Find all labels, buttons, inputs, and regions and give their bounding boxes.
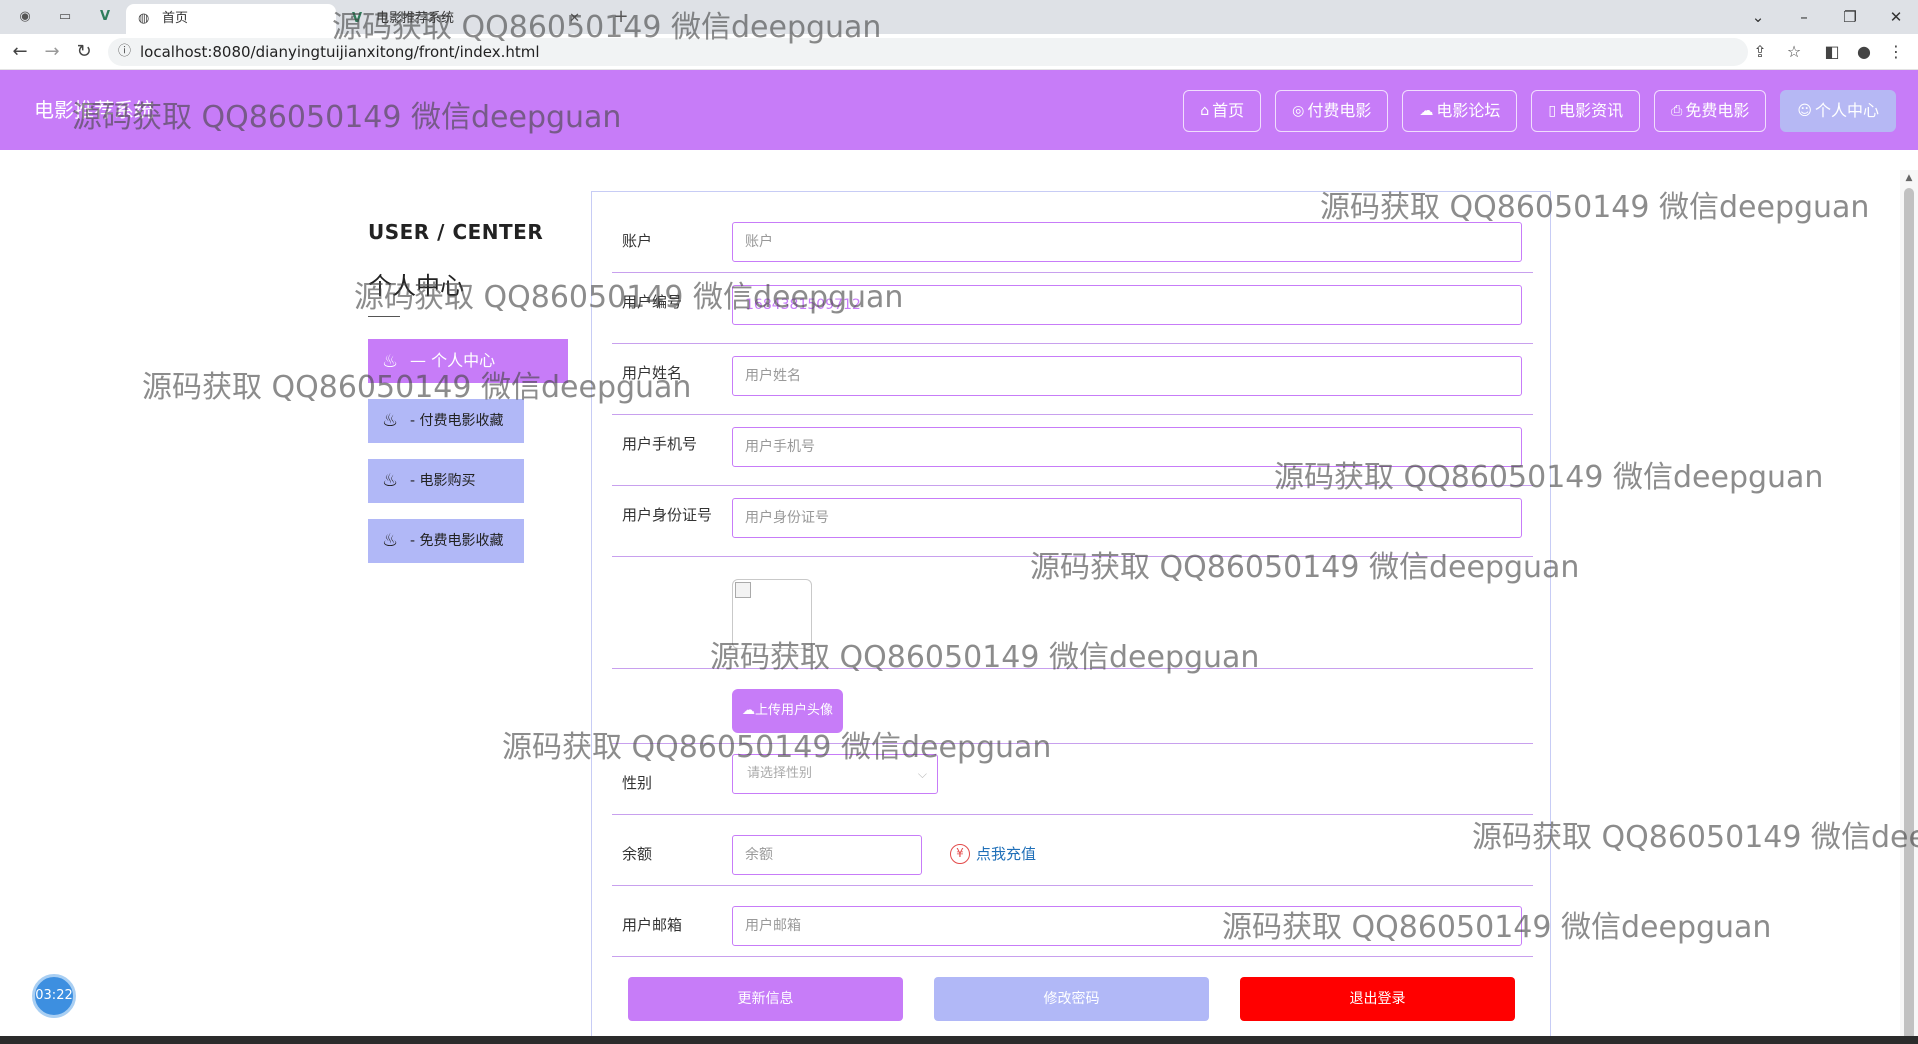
nav-news[interactable]: ▯ 电影资讯 [1531, 90, 1641, 132]
user-center-title: USER / CENTER [368, 220, 544, 244]
nav-paid-movies[interactable]: ◎ 付费电影 [1275, 90, 1389, 132]
vue-tab-icon[interactable]: V [96, 8, 114, 26]
row-phone: 用户手机号 [612, 415, 1533, 486]
gender-label: 性别 [622, 774, 653, 792]
share-icon[interactable]: ⇪ [1748, 40, 1772, 64]
cloud-upload-icon: ☁ [742, 703, 755, 718]
sidebar-item-purchases[interactable]: ♨ - 电影购买 [368, 459, 524, 503]
coin-icon: ◎ [1292, 103, 1305, 119]
account-label: 账户 [622, 232, 653, 250]
email-input[interactable] [732, 906, 1522, 946]
page-scrollbar[interactable]: ▲ [1900, 170, 1918, 1044]
taskbar-strip [0, 1036, 1918, 1044]
side-panel-icon[interactable]: ◧ [1820, 40, 1844, 64]
close-tab-icon[interactable]: ✕ [569, 4, 580, 34]
forward-icon[interactable]: → [40, 40, 64, 64]
logout-button[interactable]: 退出登录 [1240, 977, 1515, 1021]
home-icon: ⌂ [1200, 103, 1210, 119]
tab-movie-system[interactable]: V 电影推荐系统 ✕ [340, 4, 592, 34]
minimize-icon[interactable]: – [1784, 4, 1824, 30]
email-label: 用户邮箱 [622, 916, 683, 934]
tab-home[interactable]: ◍ 首页 [126, 4, 336, 34]
user-center-subtitle: 个人中心 [368, 272, 464, 300]
url-field[interactable]: ⓘ localhost:8080/dianyingtuijianxitong/f… [108, 38, 1748, 66]
user-icon: ☺ [1797, 103, 1812, 119]
row-user-no: 用户编号 [612, 273, 1533, 344]
row-user-name: 用户姓名 [612, 344, 1533, 415]
tab-search-icon[interactable]: ⌄ [1738, 4, 1778, 30]
yen-icon: ¥ [950, 843, 970, 864]
browser-profile-icon[interactable]: ◉ [16, 8, 34, 26]
reload-icon[interactable]: ↻ [72, 40, 96, 64]
row-avatar-upload: ☁上传用户头像 [612, 669, 1533, 744]
avatar-preview [732, 579, 812, 649]
browser-address-bar: ← → ↻ ⓘ localhost:8080/dianyingtuijianxi… [0, 34, 1918, 70]
profile-form-panel: 账户 用户编号 用户姓名 用户手机号 用户身份证号 ☁上传用户头像 性别 请选择… [591, 191, 1551, 1044]
nav-forum[interactable]: ☁ 电影论坛 [1402, 90, 1518, 132]
main-nav: ⌂ 首页 ◎ 付费电影 ☁ 电影论坛 ▯ 电影资讯 ⎙ 免费电影 ☺ 个人中心 [1183, 90, 1896, 132]
close-window-icon[interactable]: ✕ [1876, 4, 1916, 30]
print-icon: ⎙ [1671, 103, 1683, 119]
blank-tab-icon[interactable]: ▭ [56, 8, 74, 26]
more-menu-icon[interactable]: ⋮ [1884, 40, 1908, 64]
sidebar-item-user-center[interactable]: ♨ — 个人中心 [368, 339, 568, 383]
new-tab-button[interactable]: + [612, 8, 630, 26]
scrollbar-thumb[interactable] [1904, 188, 1914, 1044]
row-email: 用户邮箱 [612, 886, 1533, 957]
broken-image-icon [735, 582, 751, 598]
update-info-button[interactable]: 更新信息 [628, 977, 903, 1021]
browser-tab-bar: ◉ ▭ V ◍ 首页 V 电影推荐系统 ✕ + ⌄ – ❐ ✕ [0, 0, 1918, 34]
document-icon: ▯ [1548, 103, 1557, 119]
change-password-button[interactable]: 修改密码 [934, 977, 1209, 1021]
row-account: 账户 [612, 192, 1533, 273]
info-icon: ⓘ [118, 44, 132, 59]
site-header: 电影推荐系统 ⌂ 首页 ◎ 付费电影 ☁ 电影论坛 ▯ 电影资讯 ⎙ 免费电影 … [0, 70, 1918, 150]
back-icon[interactable]: ← [8, 40, 32, 64]
nav-free-movies[interactable]: ⎙ 免费电影 [1654, 90, 1767, 132]
cloud-icon: ☁ [1419, 103, 1434, 119]
phone-input[interactable] [732, 427, 1522, 467]
user-no-input[interactable] [732, 285, 1522, 325]
user-name-input[interactable] [732, 356, 1522, 396]
flame-icon: ♨ [382, 530, 399, 551]
bookmark-star-icon[interactable]: ☆ [1782, 40, 1806, 64]
balance-label: 余额 [622, 845, 653, 863]
id-card-input[interactable] [732, 498, 1522, 538]
restore-icon[interactable]: ❐ [1830, 4, 1870, 30]
recording-timer: 03:22 [32, 974, 76, 1018]
row-id-card: 用户身份证号 [612, 486, 1533, 557]
nav-home[interactable]: ⌂ 首页 [1183, 90, 1262, 132]
title-underline [368, 316, 400, 317]
recharge-link[interactable]: ¥ 点我充值 [950, 843, 1036, 864]
sidebar-item-free-favorites[interactable]: ♨ - 免费电影收藏 [368, 519, 524, 563]
phone-label: 用户手机号 [622, 435, 698, 453]
account-input[interactable] [732, 222, 1522, 262]
globe-icon: ◍ [138, 11, 150, 26]
nav-user-center[interactable]: ☺ 个人中心 [1780, 90, 1896, 132]
flame-icon: ♨ [382, 410, 399, 431]
chevron-down-icon: ⌵ [917, 767, 927, 781]
row-gender: 性别 请选择性别 ⌵ [612, 744, 1533, 815]
profile-icon[interactable]: ● [1852, 40, 1876, 64]
balance-input[interactable] [732, 835, 922, 875]
gender-select[interactable]: 请选择性别 ⌵ [732, 754, 938, 794]
row-balance: 余额 ¥ 点我充值 [612, 815, 1533, 886]
sidebar-item-paid-favorites[interactable]: ♨ - 付费电影收藏 [368, 399, 524, 443]
flame-icon: ♨ [382, 470, 399, 491]
site-brand[interactable]: 电影推荐系统 [34, 70, 154, 150]
user-no-label: 用户编号 [622, 293, 683, 311]
id-card-label: 用户身份证号 [622, 506, 713, 524]
vue-icon: V [352, 11, 363, 26]
user-name-label: 用户姓名 [622, 364, 683, 382]
row-avatar [612, 557, 1533, 669]
upload-avatar-button[interactable]: ☁上传用户头像 [732, 689, 844, 733]
scroll-up-icon[interactable]: ▲ [1900, 170, 1918, 186]
flame-icon: ♨ [382, 350, 399, 372]
